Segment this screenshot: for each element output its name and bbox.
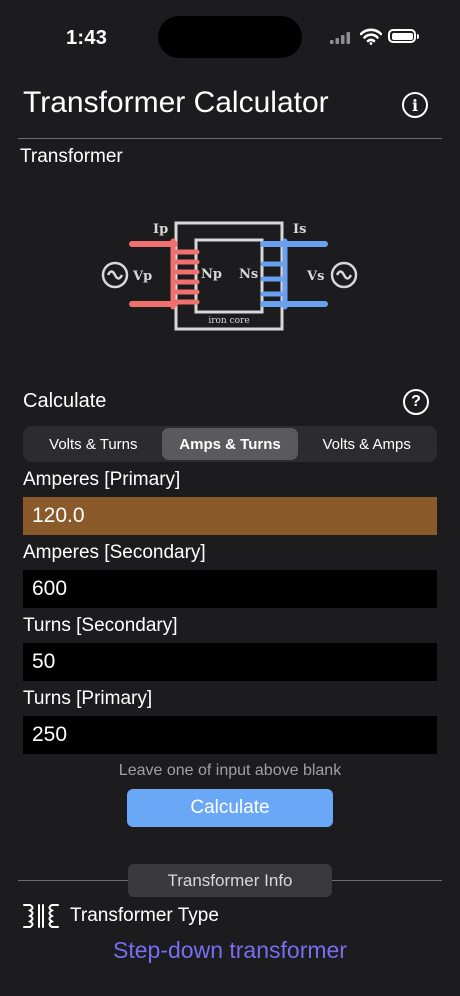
tab-volts-turns[interactable]: Volts & Turns bbox=[25, 428, 162, 460]
transformer-symbol-icon bbox=[23, 904, 59, 928]
dynamic-island bbox=[158, 16, 302, 58]
page-title: Transformer Calculator bbox=[23, 86, 329, 119]
transformer-type-value: Step-down transformer bbox=[113, 937, 347, 963]
amperes-secondary-label: Amperes [Secondary] bbox=[23, 542, 206, 563]
transformer-info-header: Transformer Info bbox=[128, 864, 332, 897]
label-is: Is bbox=[293, 222, 306, 237]
label-vs: Vs bbox=[306, 269, 324, 284]
label-ns: Ns bbox=[239, 267, 258, 282]
turns-secondary-label: Turns [Secondary] bbox=[23, 615, 178, 636]
turns-secondary-input[interactable]: 50 bbox=[23, 643, 437, 681]
ac-source-primary-icon bbox=[101, 261, 129, 289]
input-hint: Leave one of input above blank bbox=[118, 762, 342, 779]
status-bar: 1:43 bbox=[0, 0, 460, 70]
wifi-icon bbox=[360, 28, 382, 45]
status-time: 1:43 bbox=[66, 27, 108, 49]
turns-primary-input[interactable]: 250 bbox=[23, 716, 437, 754]
calculation-mode-control: Volts & Turns Amps & Turns Volts & Amps bbox=[23, 426, 437, 462]
amperes-secondary-input[interactable]: 600 bbox=[23, 570, 437, 608]
section-label: Transformer bbox=[20, 146, 123, 167]
label-core: iron core bbox=[208, 316, 249, 326]
calculate-button[interactable]: Calculate bbox=[127, 789, 333, 827]
info-icon[interactable]: i bbox=[402, 92, 428, 118]
tab-amps-turns[interactable]: Amps & Turns bbox=[161, 428, 299, 460]
header-divider bbox=[18, 138, 442, 139]
cellular-signal-icon bbox=[330, 32, 350, 44]
calculate-label: Calculate bbox=[23, 390, 107, 412]
transformer-diagram: Ip Vp Np Ns Is Vs iron core bbox=[101, 221, 358, 331]
label-np: Np bbox=[201, 267, 222, 282]
tab-volts-amps[interactable]: Volts & Amps bbox=[298, 428, 435, 460]
help-icon[interactable]: ? bbox=[403, 389, 429, 415]
label-vp: Vp bbox=[132, 269, 152, 284]
turns-primary-label: Turns [Primary] bbox=[23, 688, 153, 709]
amperes-primary-input[interactable]: 120.0 bbox=[23, 497, 437, 535]
transformer-type-label: Transformer Type bbox=[70, 905, 219, 926]
amperes-primary-label: Amperes [Primary] bbox=[23, 469, 181, 490]
battery-icon bbox=[388, 29, 419, 43]
ac-source-secondary-icon bbox=[330, 261, 358, 289]
label-ip: Ip bbox=[153, 222, 168, 237]
